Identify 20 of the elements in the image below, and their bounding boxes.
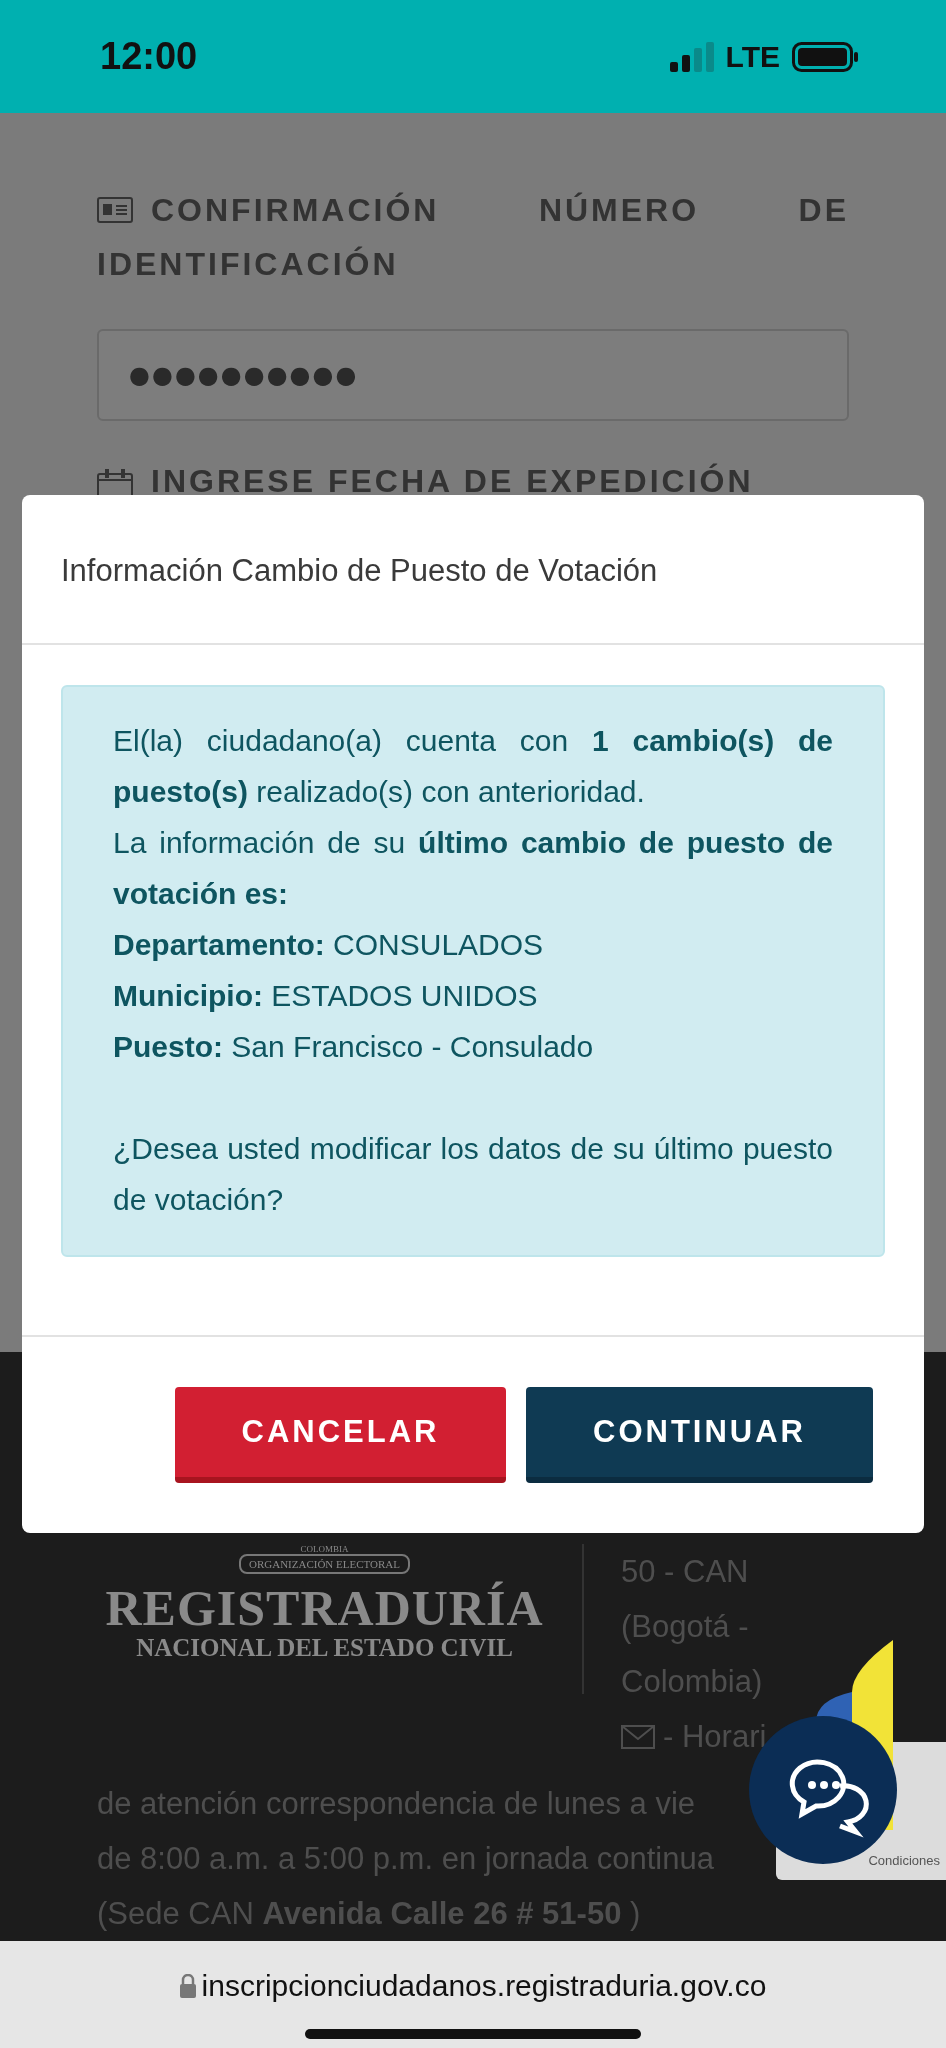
logo-subtitle: NACIONAL DEL ESTADO CIVIL [136, 1634, 513, 1662]
issue-date-label: INGRESE FECHA DE EXPEDICIÓN [151, 463, 754, 499]
seal-band-text: ORGANIZACIÓN ELECTORAL [238, 1554, 410, 1574]
clock: 12:00 [100, 35, 198, 78]
cancel-button[interactable]: CANCELAR [175, 1387, 506, 1483]
dialog-title: Información Cambio de Puesto de Votación [61, 553, 658, 588]
url-text[interactable]: inscripcionciudadanos.registraduria.gov.co [201, 1969, 767, 2003]
id-confirmation-label: CONFIRMACIÓN NÚMERO DE [151, 191, 849, 230]
detail-line: Departamento: CONSULADOS [113, 927, 545, 963]
info-text: La información de su último cambio de puesto de votación es: [113, 825, 833, 912]
recaptcha-terms: Condiciones [868, 1853, 940, 1868]
info-text: El(la) ciudadano(a) cuenta con 1 cambio(s) de puesto(s) realizado(s) con anterioridad. [113, 723, 833, 810]
detail-line: Municipio: ESTADOS UNIDOS [113, 978, 539, 1014]
question-text: ¿Desea usted modificar los datos de su último puesto de votación? [113, 1131, 833, 1218]
seal-text: COLOMBIA [300, 1544, 349, 1554]
continue-button[interactable]: CONTINUAR [526, 1387, 873, 1483]
id-confirmation-label: IDENTIFICACIÓN [97, 246, 399, 282]
network-label: LTE [725, 39, 780, 74]
detail-line: Puesto: San Francisco - Consulado [113, 1029, 595, 1065]
logo-name: REGISTRADURÍA [105, 1582, 544, 1634]
